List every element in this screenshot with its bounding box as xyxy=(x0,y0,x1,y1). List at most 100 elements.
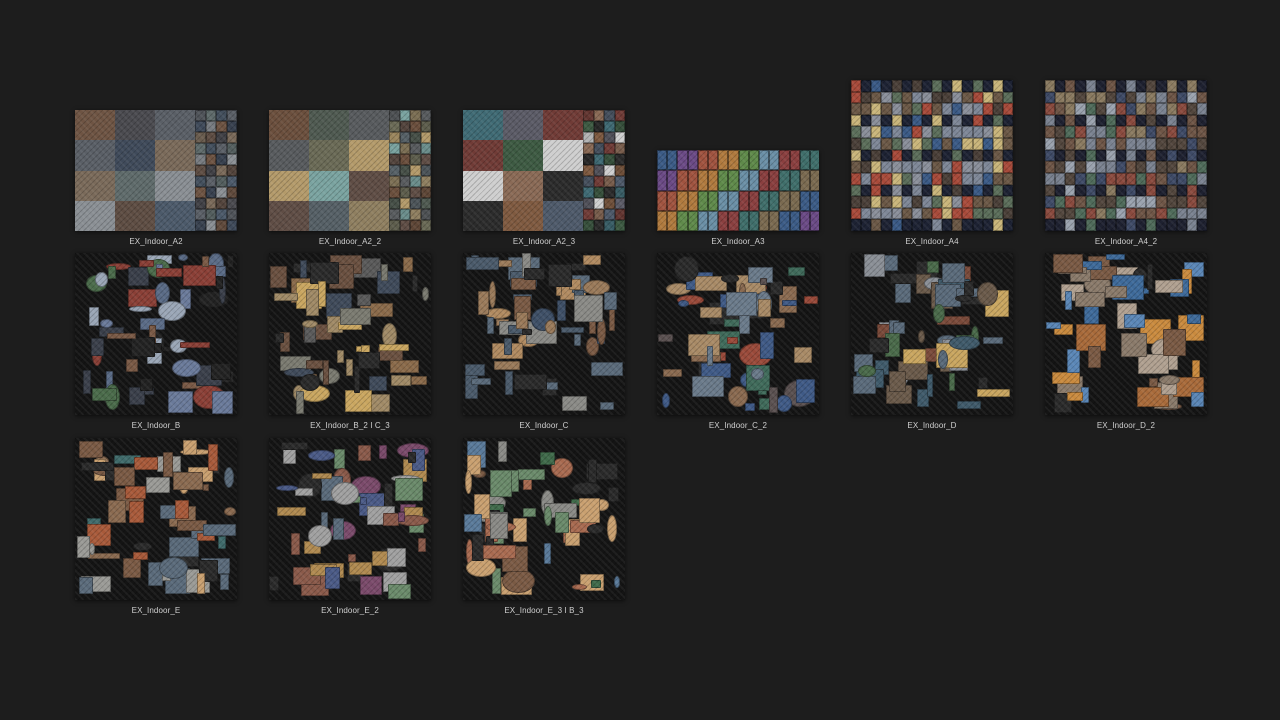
tile-swatch xyxy=(1085,161,1096,173)
tile-swatch xyxy=(614,121,625,132)
tile-swatch xyxy=(901,207,912,220)
tile-swatch xyxy=(932,138,943,150)
tile-swatch xyxy=(543,110,583,141)
tile-swatch xyxy=(942,103,953,115)
thumbnail-ex-indoor-b-2-c-3[interactable]: EX_Indoor_B_2 I C_3 xyxy=(269,253,431,430)
tile-swatch xyxy=(964,281,974,296)
tile-swatch xyxy=(399,132,410,143)
tile-swatch xyxy=(360,497,367,505)
tile-swatch xyxy=(962,138,973,150)
tile-swatch xyxy=(891,196,902,208)
tile-swatch xyxy=(1186,149,1197,162)
tile-swatch xyxy=(1115,80,1126,92)
tile-swatch xyxy=(360,576,382,595)
tile-swatch xyxy=(1075,103,1086,115)
tile-swatch xyxy=(901,103,912,115)
tile-swatch xyxy=(389,154,400,165)
tile-swatch xyxy=(933,304,945,323)
tile-swatch xyxy=(789,150,800,171)
thumbnail-ex-indoor-b[interactable]: EX_Indoor_B xyxy=(75,253,237,430)
tile-swatch xyxy=(962,196,973,208)
tile-swatch xyxy=(300,374,320,391)
tile-swatch xyxy=(583,209,594,220)
tile-swatch xyxy=(891,219,902,231)
thumbnail-ex-indoor-a2-2[interactable]: EX_Indoor_A2_2 xyxy=(269,110,431,246)
tile-swatch xyxy=(1085,91,1096,104)
asset-gallery: EX_Indoor_A2 EX_Indoor_A2_2 EX_Indoor_A2… xyxy=(0,0,1280,720)
tile-swatch xyxy=(687,210,698,231)
tile-swatch xyxy=(1121,333,1147,357)
thumbnail-ex-indoor-c-2[interactable]: EX_Indoor_C_2 xyxy=(657,253,819,430)
tile-swatch xyxy=(614,110,625,121)
tile-swatch xyxy=(604,143,615,154)
tile-swatch xyxy=(962,207,973,220)
tile-swatch xyxy=(891,207,902,220)
thumbnail-ex-indoor-a2-3[interactable]: EX_Indoor_A2_3 xyxy=(463,110,625,246)
tile-swatch xyxy=(901,126,912,139)
tile-swatch xyxy=(982,91,993,104)
thumbnail-ex-indoor-e-2[interactable]: EX_Indoor_E_2 xyxy=(269,438,431,615)
tile-swatch xyxy=(1075,219,1086,231)
tile-swatch xyxy=(614,209,625,220)
thumbnail-ex-indoor-d-2[interactable]: EX_Indoor_D_2 xyxy=(1045,253,1207,430)
tile-swatch xyxy=(614,187,625,198)
thumbnail-ex-indoor-e-3-b-3[interactable]: EX_Indoor_E_3 I B_3 xyxy=(463,438,625,615)
tile-swatch xyxy=(932,91,943,104)
thumbnail-ex-indoor-a4-2[interactable]: EX_Indoor_A4_2 xyxy=(1045,80,1207,246)
tile-swatch xyxy=(891,138,902,150)
tile-swatch xyxy=(1085,114,1096,127)
tile-swatch xyxy=(516,312,528,329)
tile-swatch xyxy=(700,307,722,318)
tile-swatch xyxy=(861,138,872,150)
thumbnail-ex-indoor-a2[interactable]: EX_Indoor_A2 xyxy=(75,110,237,246)
tile-swatch xyxy=(1095,196,1106,208)
tile-swatch xyxy=(891,161,902,173)
tile-swatch xyxy=(604,165,615,176)
tile-swatch xyxy=(871,161,882,173)
tile-swatch xyxy=(572,584,587,590)
tile-swatch xyxy=(952,207,963,220)
tile-swatch xyxy=(133,542,152,551)
tile-swatch xyxy=(205,165,216,176)
tile-swatch xyxy=(226,198,237,209)
tile-swatch xyxy=(692,376,724,397)
tile-swatch xyxy=(1126,184,1137,197)
tile-swatch xyxy=(403,257,413,272)
tile-swatch xyxy=(1136,207,1147,220)
tile-swatch xyxy=(891,149,902,162)
thumbnail-caption: EX_Indoor_A2_2 xyxy=(318,237,382,246)
tile-swatch xyxy=(769,210,780,231)
tile-swatch xyxy=(572,482,601,495)
thumbnail-caption: EX_Indoor_E_2 xyxy=(321,606,379,615)
tile-swatch xyxy=(1136,196,1147,208)
tile-swatch xyxy=(921,126,932,139)
tile-swatch xyxy=(95,272,108,287)
tile-swatch xyxy=(992,196,1003,208)
thumbnail-ex-indoor-a3[interactable]: EX_Indoor_A3 xyxy=(657,150,819,246)
tile-swatch xyxy=(911,138,922,150)
tile-swatch xyxy=(269,140,309,171)
tile-swatch xyxy=(604,121,615,132)
thumbnail-ex-indoor-d[interactable]: EX_Indoor_D xyxy=(851,253,1013,430)
tile-swatch xyxy=(1156,80,1167,92)
tile-swatch xyxy=(1166,80,1177,92)
tile-swatch xyxy=(918,330,925,343)
tile-swatch xyxy=(420,198,431,209)
thumbnail-ex-indoor-c[interactable]: EX_Indoor_C xyxy=(463,253,625,430)
tile-swatch xyxy=(410,209,421,220)
tile-swatch xyxy=(399,110,410,121)
tile-swatch xyxy=(687,190,698,211)
tile-swatch xyxy=(604,292,617,310)
tile-swatch xyxy=(952,219,963,231)
tile-swatch xyxy=(901,196,912,208)
tile-swatch xyxy=(216,198,227,209)
tile-swatch xyxy=(216,121,227,132)
thumbnail-ex-indoor-e[interactable]: EX_Indoor_E xyxy=(75,438,237,615)
tile-swatch xyxy=(721,274,739,283)
tile-swatch xyxy=(333,518,344,540)
tile-swatch xyxy=(1156,184,1167,197)
tile-swatch xyxy=(1136,172,1147,185)
thumbnail-ex-indoor-a4[interactable]: EX_Indoor_A4 xyxy=(851,80,1013,246)
tile-swatch xyxy=(1156,114,1167,127)
tile-swatch xyxy=(799,150,810,171)
